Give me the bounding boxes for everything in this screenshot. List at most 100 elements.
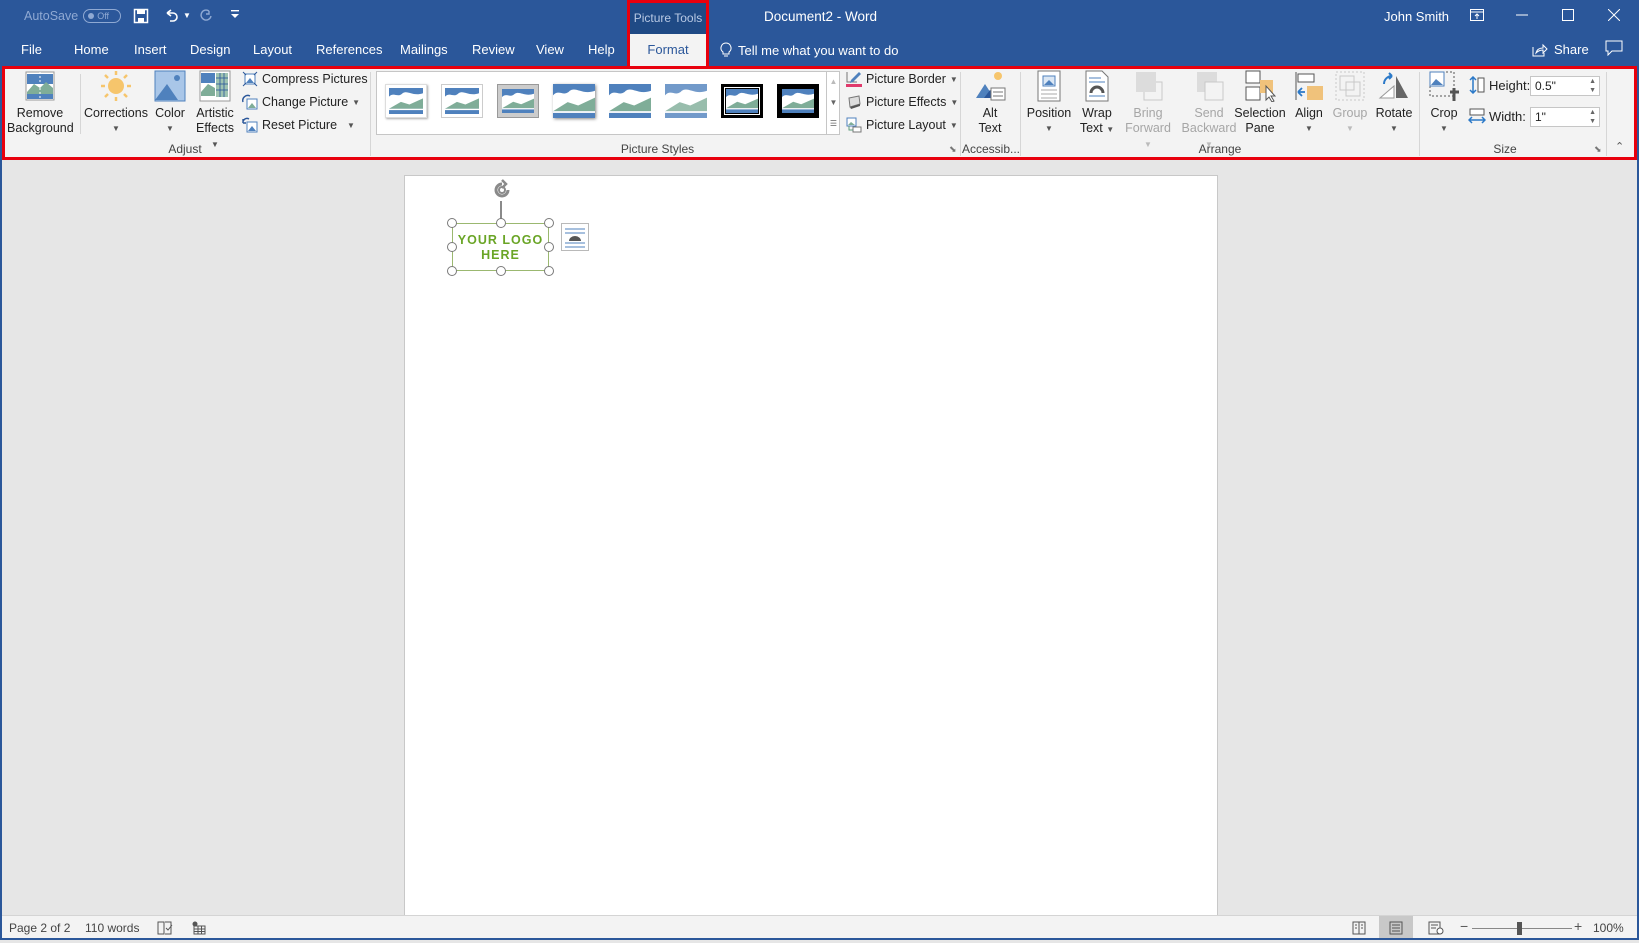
word-count[interactable]: 110 words bbox=[85, 921, 139, 935]
zoom-level[interactable]: 100% bbox=[1593, 921, 1624, 935]
alt-text-button[interactable]: Alt Text bbox=[964, 70, 1016, 136]
lightbulb-icon bbox=[720, 42, 732, 58]
minimize-icon[interactable] bbox=[1500, 4, 1544, 30]
reset-picture-button[interactable]: Reset Picture ▼ bbox=[242, 117, 355, 133]
picture-style-3[interactable] bbox=[497, 84, 539, 118]
resize-handle-left[interactable] bbox=[447, 242, 457, 252]
tab-review[interactable]: Review bbox=[472, 42, 515, 57]
share-button[interactable]: Share bbox=[1532, 42, 1589, 57]
position-button[interactable]: Position ▼ bbox=[1024, 70, 1074, 136]
picture-style-5[interactable] bbox=[609, 84, 651, 118]
picture-effects-button[interactable]: Picture Effects ▼ bbox=[846, 94, 958, 110]
color-button[interactable]: Color ▼ bbox=[152, 70, 188, 136]
chevron-down-icon: ▼ bbox=[950, 75, 958, 84]
change-picture-button[interactable]: Change Picture ▼ bbox=[242, 94, 360, 110]
picture-style-4[interactable] bbox=[553, 84, 595, 118]
resize-handle-bottom-left[interactable] bbox=[447, 266, 457, 276]
tab-file[interactable]: File bbox=[21, 42, 42, 57]
width-input[interactable]: 1" ▲▼ bbox=[1530, 107, 1600, 127]
page-count[interactable]: Page 2 of 2 bbox=[9, 921, 70, 935]
align-button[interactable]: Align ▼ bbox=[1290, 70, 1328, 136]
logo-image[interactable]: YOUR LOGO HERE bbox=[452, 223, 549, 271]
web-layout-icon[interactable] bbox=[1428, 921, 1444, 938]
undo-dropdown-icon[interactable]: ▼ bbox=[183, 11, 191, 20]
tab-design[interactable]: Design bbox=[190, 42, 230, 57]
picture-styles-dialog-launcher-icon[interactable]: ⬊ bbox=[949, 144, 957, 155]
chevron-down-icon: ▼ bbox=[352, 98, 360, 107]
remove-background-button[interactable]: Remove Background bbox=[5, 70, 75, 136]
tell-me-search[interactable]: Tell me what you want to do bbox=[720, 42, 898, 58]
artistic-effects-button[interactable]: Artistic Effects ▼ bbox=[191, 70, 239, 152]
zoom-out-button[interactable]: − bbox=[1460, 918, 1468, 934]
picture-style-2[interactable] bbox=[441, 84, 483, 118]
height-input[interactable]: 0.5" ▲▼ bbox=[1530, 76, 1600, 96]
wrap-text-button[interactable]: Wrap Text ▼ bbox=[1076, 70, 1118, 137]
layout-options-button[interactable] bbox=[561, 223, 589, 251]
tab-insert[interactable]: Insert bbox=[134, 42, 167, 57]
picture-style-1[interactable] bbox=[385, 84, 427, 118]
document-workspace: YOUR LOGO HERE bbox=[0, 160, 1639, 915]
picture-border-button[interactable]: Picture Border ▼ bbox=[846, 71, 958, 87]
bring-forward-button[interactable]: Bring Forward ▼ bbox=[1120, 70, 1176, 152]
customize-qat-icon[interactable] bbox=[226, 8, 244, 26]
crop-button[interactable]: Crop ▼ bbox=[1424, 70, 1464, 136]
compress-pictures-button[interactable]: Compress Pictures bbox=[242, 71, 368, 87]
size-dialog-launcher-icon[interactable]: ⬊ bbox=[1594, 144, 1602, 155]
selection-pane-button[interactable]: Selection Pane bbox=[1234, 70, 1286, 136]
document-page[interactable]: YOUR LOGO HERE bbox=[404, 175, 1218, 920]
autosave-switch[interactable]: Off bbox=[83, 9, 121, 23]
proofing-icon[interactable] bbox=[157, 921, 173, 938]
zoom-in-button[interactable]: + bbox=[1574, 918, 1582, 934]
picture-style-6[interactable] bbox=[665, 84, 707, 118]
maximize-icon[interactable] bbox=[1546, 4, 1590, 30]
ribbon-display-options-icon[interactable] bbox=[1455, 4, 1499, 30]
save-icon[interactable] bbox=[132, 8, 150, 26]
artistic-effects-icon bbox=[199, 70, 231, 102]
resize-handle-top-right[interactable] bbox=[544, 218, 554, 228]
height-spinner[interactable]: ▲▼ bbox=[1589, 77, 1596, 95]
autosave-toggle[interactable]: AutoSave Off bbox=[24, 9, 121, 23]
gallery-more[interactable]: ☰ bbox=[826, 113, 840, 134]
picture-style-thumbnail-icon bbox=[502, 89, 534, 113]
picture-styles-gallery[interactable] bbox=[376, 71, 840, 135]
bring-forward-label: Bring Forward ▼ bbox=[1120, 106, 1176, 152]
resize-handle-right[interactable] bbox=[544, 242, 554, 252]
height-label: Height: bbox=[1489, 78, 1530, 93]
undo-icon[interactable] bbox=[162, 8, 180, 26]
gallery-scroll-up[interactable]: ▲ bbox=[826, 71, 840, 92]
read-mode-icon[interactable] bbox=[1352, 921, 1366, 938]
alt-text-label: Alt Text bbox=[975, 106, 1005, 136]
redo-icon[interactable] bbox=[197, 8, 215, 26]
resize-handle-bottom[interactable] bbox=[496, 266, 506, 276]
tab-layout[interactable]: Layout bbox=[253, 42, 292, 57]
zoom-slider-thumb[interactable] bbox=[1517, 922, 1522, 935]
rotate-handle-icon[interactable] bbox=[490, 178, 514, 205]
picture-style-8[interactable] bbox=[777, 84, 819, 118]
color-label: Color bbox=[152, 106, 188, 121]
picture-layout-button[interactable]: Picture Layout ▼ bbox=[846, 117, 958, 133]
rotate-button[interactable]: Rotate ▼ bbox=[1372, 70, 1416, 136]
resize-handle-top-left[interactable] bbox=[447, 218, 457, 228]
zoom-slider[interactable] bbox=[1472, 928, 1572, 929]
gallery-scroll-down[interactable]: ▼ bbox=[826, 92, 840, 113]
picture-style-7[interactable] bbox=[721, 84, 763, 118]
tab-format[interactable]: Format bbox=[630, 34, 706, 66]
width-spinner[interactable]: ▲▼ bbox=[1589, 108, 1596, 126]
send-backward-button[interactable]: Send Backward ▼ bbox=[1178, 70, 1240, 152]
tab-help[interactable]: Help bbox=[588, 42, 615, 57]
user-name[interactable]: John Smith bbox=[1384, 9, 1449, 24]
resize-handle-top[interactable] bbox=[496, 218, 506, 228]
rotate-icon bbox=[1378, 70, 1410, 102]
collapse-ribbon-icon[interactable]: ⌃ bbox=[1615, 140, 1624, 153]
tab-home[interactable]: Home bbox=[74, 42, 109, 57]
close-icon[interactable] bbox=[1592, 4, 1636, 30]
group-button[interactable]: Group ▼ bbox=[1330, 70, 1370, 136]
tab-mailings[interactable]: Mailings bbox=[400, 42, 448, 57]
print-layout-button[interactable] bbox=[1379, 916, 1413, 940]
macro-recording-icon[interactable] bbox=[192, 921, 206, 938]
tab-references[interactable]: References bbox=[316, 42, 382, 57]
corrections-button[interactable]: Corrections ▼ bbox=[84, 70, 148, 136]
resize-handle-bottom-right[interactable] bbox=[544, 266, 554, 276]
tab-view[interactable]: View bbox=[536, 42, 564, 57]
comments-icon[interactable] bbox=[1605, 40, 1623, 61]
